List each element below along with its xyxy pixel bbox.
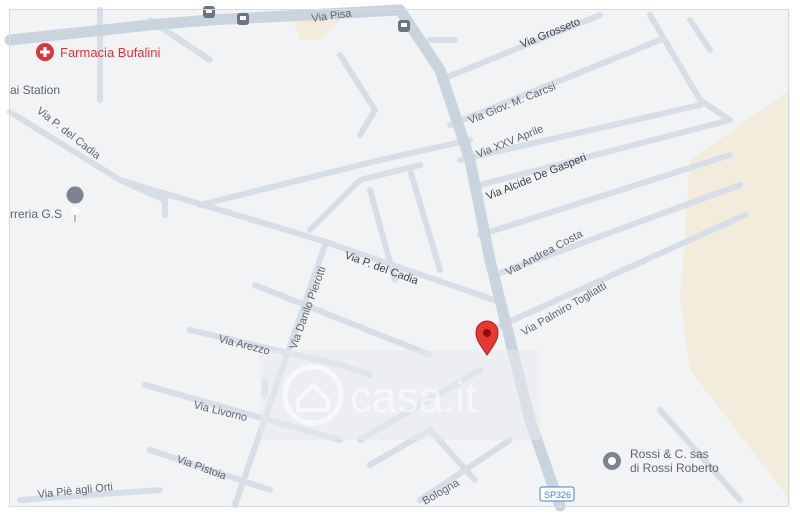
map-canvas[interactable]: casa.it Via Pisa Via Grosseto Via Giov. …	[0, 0, 800, 516]
pharmacy-label: Farmacia Bufalini	[60, 45, 161, 60]
rossi-label-line2: di Rossi Roberto	[630, 461, 719, 475]
bus-stop-icon-3[interactable]	[398, 20, 410, 32]
svg-text:SP326: SP326	[544, 490, 571, 500]
route-badge: SP326	[539, 486, 575, 502]
bus-stop-icon-2[interactable]	[237, 13, 249, 25]
ferreria-label: rreria G.S	[10, 207, 62, 221]
rossi-label-line1: Rossi & C. sas	[630, 447, 709, 461]
watermark-text: casa.it	[350, 373, 477, 422]
station-label[interactable]: ai Station	[10, 83, 60, 97]
bus-stop-icon[interactable]	[203, 6, 215, 18]
